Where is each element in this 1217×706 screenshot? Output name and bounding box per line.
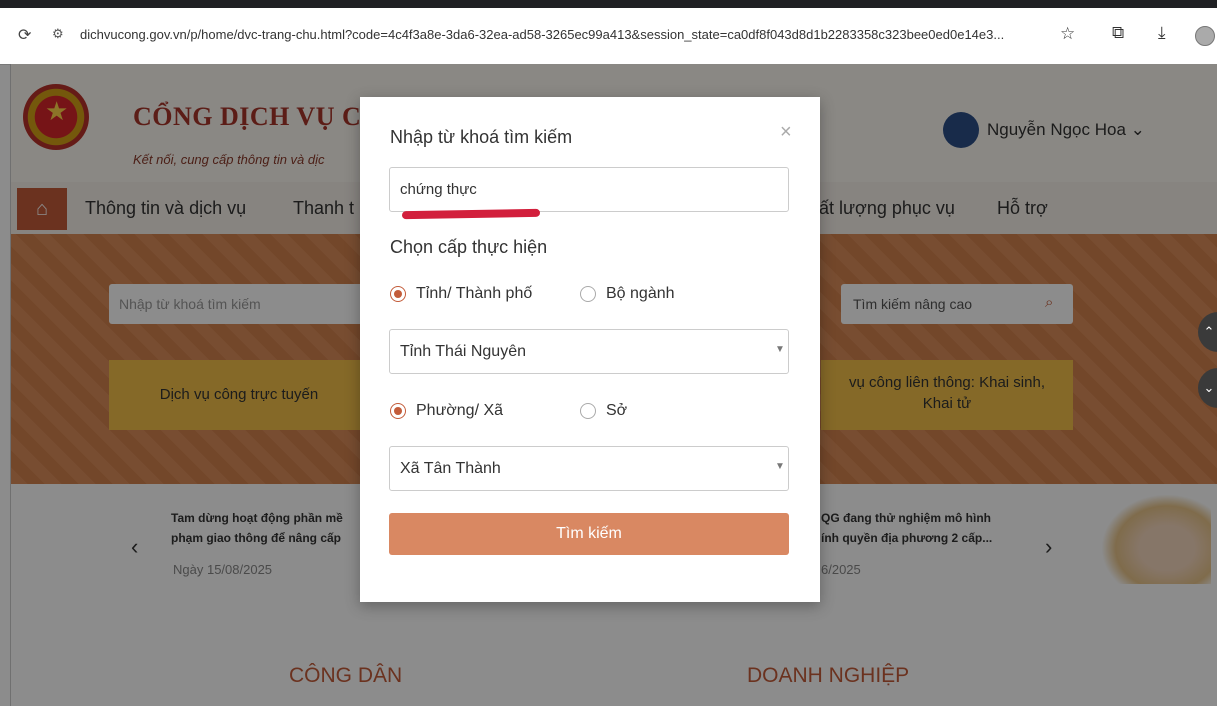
bookmark-star-icon[interactable]: ☆ [1060, 24, 1075, 44]
site-info-icon[interactable]: ⚙ [52, 26, 64, 42]
radio-province-dot [390, 286, 406, 302]
radio-ministry-dot [580, 286, 596, 302]
province-select-value: Tỉnh Thái Nguyên [400, 343, 526, 360]
search-button[interactable]: Tìm kiếm [389, 513, 789, 555]
download-icon[interactable]: ⤓ [1158, 23, 1166, 43]
radio-ward-dot [390, 403, 406, 419]
radio-department-dot [580, 403, 596, 419]
dropdown-arrow-icon: ▼ [775, 344, 785, 355]
radio-ministry[interactable]: Bộ ngành [580, 285, 675, 303]
close-icon[interactable]: × [780, 121, 792, 144]
browser-top-edge [0, 0, 1217, 8]
extensions-icon[interactable]: ⧉ [1112, 23, 1124, 43]
browser-toolbar: ⟳ ⚙ dichvucong.gov.vn/p/home/dvc-trang-c… [0, 0, 1217, 65]
dropdown-arrow-icon: ▼ [775, 461, 785, 472]
province-select[interactable]: Tỉnh Thái Nguyên ▼ [389, 329, 789, 374]
radio-ward[interactable]: Phường/ Xã [390, 402, 503, 420]
radio-province-label: Tỉnh/ Thành phố [416, 285, 533, 302]
radio-department-label: Sở [606, 402, 628, 419]
radio-province[interactable]: Tỉnh/ Thành phố [390, 285, 532, 303]
radio-ministry-label: Bộ ngành [606, 285, 675, 302]
ward-select[interactable]: Xã Tân Thành ▼ [389, 446, 789, 491]
radio-ward-label: Phường/ Xã [416, 402, 504, 419]
ward-select-value: Xã Tân Thành [400, 460, 501, 477]
search-modal: Nhập từ khoá tìm kiếm × Chọn cấp thực hi… [360, 97, 820, 602]
url-field[interactable]: dichvucong.gov.vn/p/home/dvc-trang-chu.h… [80, 27, 1004, 42]
radio-department[interactable]: Sở [580, 402, 627, 420]
keyword-input[interactable] [389, 167, 789, 212]
modal-title: Nhập từ khoá tìm kiếm [390, 127, 573, 147]
reload-icon[interactable]: ⟳ [18, 25, 31, 45]
level-title: Chọn cấp thực hiện [390, 237, 548, 257]
red-underline-annotation [401, 208, 541, 220]
profile-avatar-icon[interactable] [1195, 26, 1215, 46]
